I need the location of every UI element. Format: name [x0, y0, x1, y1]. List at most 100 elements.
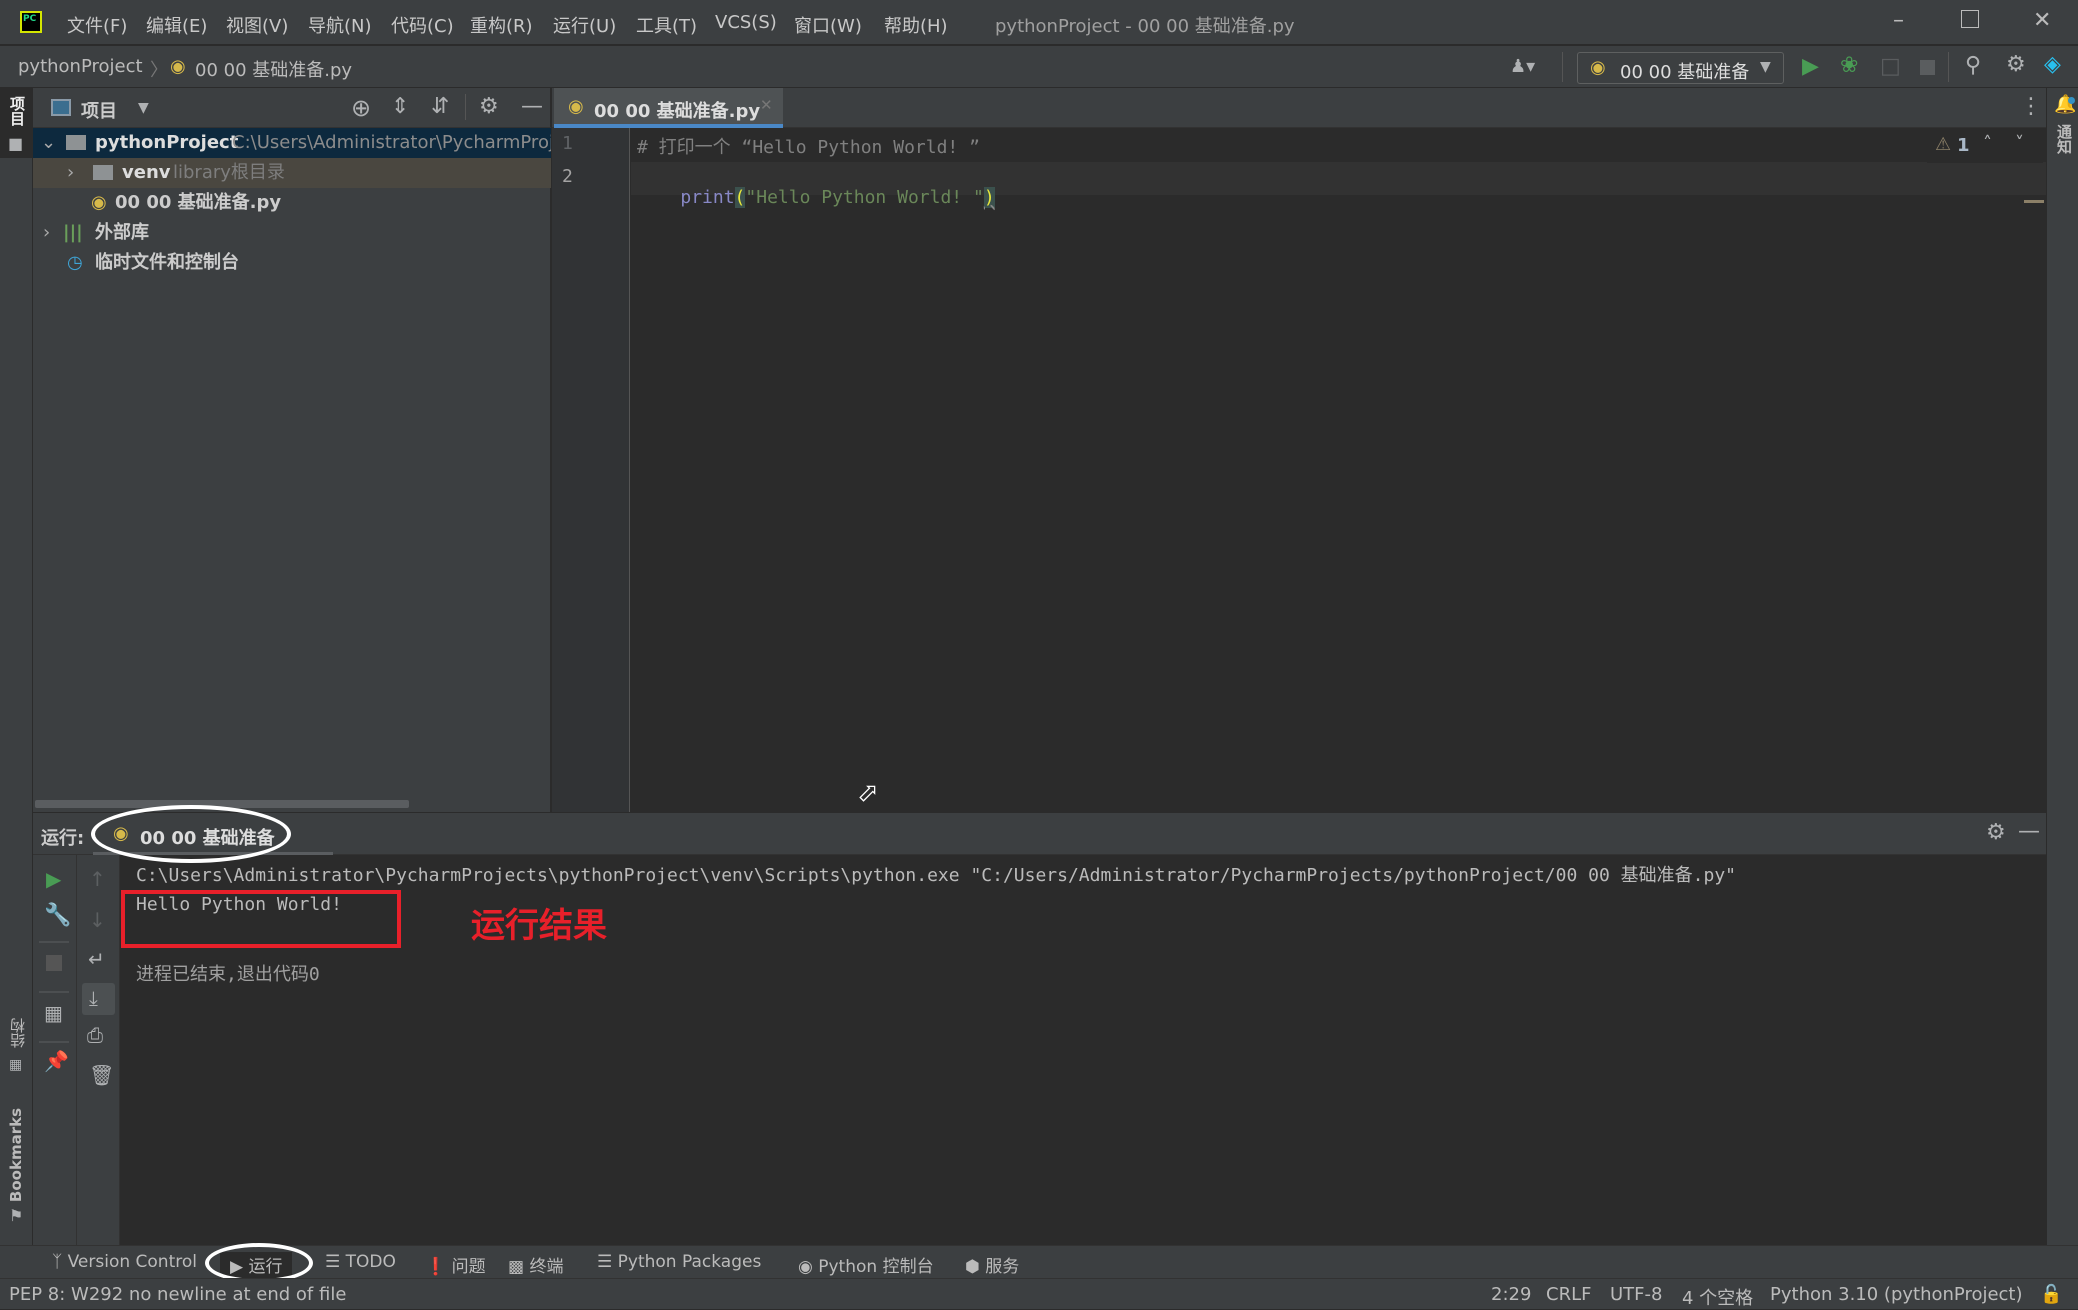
- maximize-button[interactable]: [1961, 10, 1979, 28]
- collapse-all-icon[interactable]: ⇵: [431, 96, 449, 118]
- services-icon: ⬢: [965, 1257, 986, 1277]
- wrench-icon[interactable]: 🔧: [44, 905, 71, 927]
- chevron-down-icon[interactable]: ▼: [138, 101, 149, 115]
- python-file-icon: ◉: [568, 96, 584, 117]
- caret-position[interactable]: 2:29: [1491, 1284, 1531, 1305]
- bottom-tool-bar: ᛉ Version Control ▶ 运行 ☰ TODO ❗ 问题 ▩ 终端 …: [0, 1243, 2078, 1283]
- menu-run[interactable]: 运行(U): [553, 12, 616, 38]
- gear-icon[interactable]: ⚙: [1986, 822, 2006, 844]
- breadcrumb-file[interactable]: 00 00 基础准备.py: [195, 56, 352, 82]
- chevron-up-icon[interactable]: ˄: [1983, 135, 1992, 153]
- menu-edit[interactable]: 编辑(E): [146, 12, 207, 38]
- search-icon[interactable]: ⚲: [1965, 55, 1981, 77]
- stop-icon[interactable]: [46, 955, 62, 971]
- packages-icon: ☰: [597, 1252, 618, 1272]
- menu-refactor[interactable]: 重构(R): [470, 12, 533, 38]
- more-options-icon[interactable]: ⋮: [2020, 96, 2042, 118]
- warning-stripe-marker[interactable]: [2024, 200, 2044, 203]
- bookmarks-tool-button[interactable]: Bookmarks: [7, 1108, 25, 1202]
- menu-window[interactable]: 窗口(W): [794, 12, 862, 38]
- run-label: 运行:: [41, 828, 85, 849]
- arrow-down-icon[interactable]: ↓: [89, 910, 106, 930]
- code-comment[interactable]: # 打印一个 “Hello Python World! ”: [637, 133, 980, 159]
- lock-icon[interactable]: 🔓: [2040, 1284, 2062, 1305]
- code-line-2[interactable]: print("Hello Python World! "): [637, 166, 995, 229]
- pin-icon[interactable]: 📌: [44, 1051, 69, 1071]
- python-icon: ◉: [798, 1257, 819, 1277]
- expand-all-icon[interactable]: ⇕: [391, 96, 409, 118]
- tool-tab-python-console[interactable]: ◉ Python 控制台: [798, 1252, 934, 1277]
- run-config-dropdown[interactable]: ◉ 00 00 基础准备 ▼: [1577, 52, 1784, 84]
- tree-item-scratches[interactable]: ◷ 临时文件和控制台: [33, 248, 551, 278]
- tool-tab-services[interactable]: ⬢ 服务: [965, 1252, 1019, 1277]
- line-separator[interactable]: CRLF: [1546, 1284, 1591, 1305]
- print-icon[interactable]: ⎙: [87, 1025, 103, 1045]
- menu-help[interactable]: 帮助(H): [884, 12, 948, 38]
- run-command: C:\Users\Administrator\PycharmProjects\p…: [136, 865, 1737, 886]
- close-tab-icon[interactable]: ✕: [760, 98, 773, 113]
- tool-tab-problems[interactable]: ❗ 问题: [425, 1252, 486, 1277]
- project-panel-header: 项目 ▼ ⊕ ⇕ ⇵ ⚙ —: [33, 88, 551, 128]
- tool-tab-todo[interactable]: ☰ TODO: [325, 1252, 396, 1272]
- debug-icon[interactable]: ❀: [1840, 55, 1858, 77]
- rerun-icon[interactable]: ▶: [46, 869, 61, 889]
- locate-icon[interactable]: ⊕: [351, 96, 371, 120]
- coverage-icon[interactable]: □: [1880, 56, 1901, 78]
- hide-icon[interactable]: —: [521, 96, 543, 118]
- tree-item-label: 外部库: [95, 222, 149, 243]
- tool-tab-python-packages[interactable]: ☰ Python Packages: [597, 1252, 761, 1272]
- line-number-gutter: 1 2: [552, 128, 630, 812]
- hide-icon[interactable]: —: [2018, 821, 2040, 843]
- python-interpreter[interactable]: Python 3.10 (pythonProject): [1770, 1284, 2023, 1305]
- user-icon[interactable]: ♟▾: [1510, 58, 1535, 76]
- editor-tab[interactable]: ◉ 00 00 基础准备.py ✕: [554, 88, 783, 128]
- tree-item-label: pythonProject: [95, 132, 239, 153]
- gear-icon[interactable]: ⚙: [2006, 54, 2026, 76]
- chevron-down-icon[interactable]: ˅: [2015, 135, 2024, 153]
- toolbar-divider: [1562, 52, 1563, 82]
- tree-item-python-file[interactable]: ◉ 00 00 基础准备.py: [33, 188, 551, 218]
- arrow-up-icon[interactable]: ↑: [89, 869, 106, 889]
- folder-icon: [66, 135, 86, 150]
- menu-code[interactable]: 代码(C): [391, 12, 454, 38]
- tool-tab-version-control[interactable]: ᛉ Version Control: [52, 1252, 197, 1272]
- chevron-down-icon[interactable]: ⌄: [41, 128, 56, 158]
- chevron-right-icon[interactable]: ›: [43, 218, 50, 248]
- scroll-to-end-button[interactable]: ⤓: [82, 983, 115, 1015]
- breadcrumb-separator-icon: 〉: [150, 60, 168, 81]
- tree-item-external-libraries[interactable]: › ||| 外部库: [33, 218, 551, 248]
- tree-item-venv[interactable]: › venv library根目录: [33, 158, 551, 188]
- close-button[interactable]: ✕: [2033, 8, 2051, 33]
- trash-icon[interactable]: 🗑: [89, 1065, 114, 1085]
- stop-icon[interactable]: [1920, 60, 1935, 75]
- notifications-tool-button[interactable]: 通知: [2054, 124, 2075, 154]
- menu-navigate[interactable]: 导航(N): [308, 12, 372, 38]
- breadcrumb-project[interactable]: pythonProject: [18, 56, 143, 77]
- indent-setting[interactable]: 4 个空格: [1682, 1284, 1753, 1310]
- inspection-widget[interactable]: ⚠ 1 ˄ ˅: [1927, 128, 2043, 163]
- project-tool-button[interactable]: 项目 ■: [0, 88, 33, 158]
- problems-icon: ❗: [425, 1257, 452, 1277]
- tree-item-path: C:\Users\Administrator\PycharmProjects\p…: [232, 132, 551, 153]
- chevron-right-icon[interactable]: ›: [67, 158, 74, 188]
- menu-view[interactable]: 视图(V): [226, 12, 288, 38]
- code-paren: ): [983, 187, 995, 208]
- file-encoding[interactable]: UTF-8: [1610, 1284, 1662, 1305]
- jetbrains-toolbox-icon[interactable]: ◈: [2044, 54, 2061, 76]
- folder-icon: ■: [8, 134, 24, 153]
- project-panel-title[interactable]: 项目: [81, 97, 117, 123]
- tool-tab-terminal[interactable]: ▩ 终端: [508, 1252, 563, 1277]
- run-icon[interactable]: ▶: [1802, 56, 1819, 78]
- project-view-icon: [51, 99, 71, 116]
- menu-tools[interactable]: 工具(T): [636, 12, 697, 38]
- menu-vcs[interactable]: VCS(S): [715, 12, 777, 33]
- menu-file[interactable]: 文件(F): [67, 12, 127, 38]
- gear-icon[interactable]: ⚙: [479, 96, 499, 118]
- minimize-button[interactable]: –: [1893, 8, 1904, 33]
- structure-tool-button[interactable]: 结构: [7, 1018, 28, 1048]
- status-message[interactable]: PEP 8: W292 no newline at end of file: [9, 1284, 346, 1305]
- tree-item-pythonproject[interactable]: ⌄ pythonProject C:\Users\Administrator\P…: [33, 128, 551, 158]
- soft-wrap-icon[interactable]: ↵: [88, 949, 105, 969]
- layout-icon[interactable]: ▦: [44, 1003, 63, 1023]
- code-builtin: print: [680, 187, 735, 208]
